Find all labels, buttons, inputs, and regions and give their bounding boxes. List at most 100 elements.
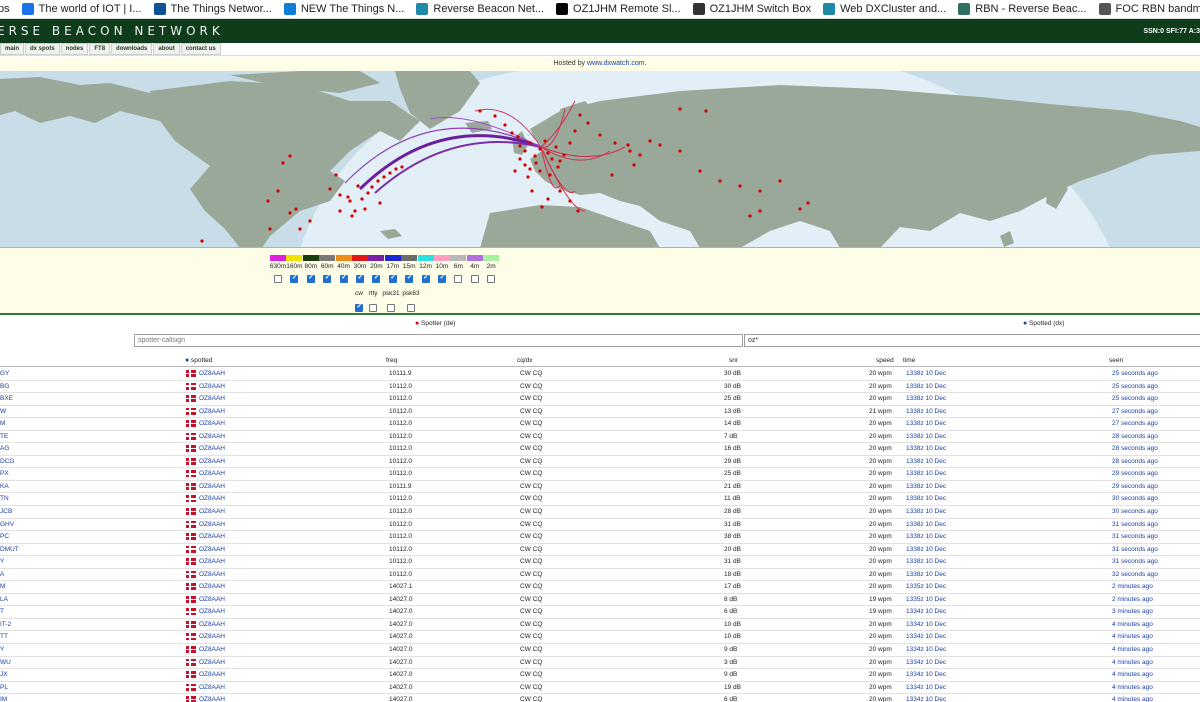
col-seen[interactable]: seen [1109, 357, 1123, 364]
spotter-callsign[interactable]: IM [0, 696, 7, 702]
spotter-callsign[interactable]: Y [0, 558, 4, 565]
dxwatch-link[interactable]: www.dxwatch.com [587, 60, 645, 67]
spotted-callsign[interactable]: OZ8AAH [199, 671, 225, 678]
band-checkbox[interactable] [306, 273, 315, 283]
nav-item-nodes[interactable]: nodes [60, 43, 89, 55]
bookmark-item[interactable]: Reverse Beacon Net... [416, 3, 544, 15]
band-checkbox[interactable] [388, 273, 397, 283]
spotted-callsign[interactable]: OZ8AAH [199, 596, 225, 603]
bookmark-item[interactable]: ps [0, 3, 10, 15]
table-row[interactable]: IT-2 OZ8AAH 14027.0 CW CQ 10 dB 20 wpm 1334z 1… [0, 619, 1200, 632]
spotter-callsign[interactable]: JCB [0, 508, 12, 515]
band-checkbox[interactable] [274, 275, 282, 283]
spotter-callsign[interactable]: TN [0, 495, 9, 502]
world-map[interactable] [0, 71, 1200, 248]
spotted-callsign[interactable]: OZ8AAH [199, 696, 225, 702]
table-row[interactable]: BG OZ8AAH 10112.0 CW CQ 30 dB 20 wpm 1338z 10 … [0, 381, 1200, 394]
bookmark-item[interactable]: NEW The Things N... [283, 3, 404, 15]
spotter-callsign[interactable]: T [0, 608, 4, 615]
spotter-callsign[interactable]: GY [0, 370, 9, 377]
spotted-callsign-input[interactable] [744, 334, 1200, 347]
spotter-callsign[interactable]: M [0, 420, 5, 427]
table-row[interactable]: T OZ8AAH 14027.0 CW CQ 6 dB 19 wpm 1334z 10 De… [0, 606, 1200, 619]
nav-item-ft8[interactable]: FT8 [89, 43, 111, 55]
table-row[interactable]: TN OZ8AAH 10112.0 CW CQ 11 dB 20 wpm 1338z 10 … [0, 493, 1200, 507]
spotter-callsign-input[interactable] [134, 334, 743, 347]
table-row[interactable]: KA OZ8AAH 10111.9 CW CQ 21 dB 20 wpm 1338z 10 … [0, 481, 1200, 494]
table-row[interactable]: DMUT OZ8AAH 10112.0 CW CQ 20 dB 20 wpm 1338z 1… [0, 544, 1200, 557]
bookmark-item[interactable]: OZ1JHM Remote Sl... [556, 3, 681, 15]
nav-item-contact-us[interactable]: contact us [180, 43, 221, 55]
spotter-callsign[interactable]: BXE [0, 395, 13, 402]
spotted-callsign[interactable]: OZ8AAH [199, 659, 225, 666]
table-row[interactable]: LA OZ8AAH 14027.0 CW CQ 8 dB 19 wpm 1335z 10 D… [0, 594, 1200, 607]
spotted-callsign[interactable]: OZ8AAH [199, 395, 225, 402]
table-row[interactable]: WU OZ8AAH 14027.0 CW CQ 3 dB 20 wpm 1334z 10 D… [0, 657, 1200, 670]
table-row[interactable]: A OZ8AAH 10112.0 CW CQ 18 dB 20 wpm 1338z 10 D… [0, 569, 1200, 582]
band-checkbox[interactable] [487, 275, 496, 283]
band-checkbox[interactable] [339, 273, 348, 283]
band-checkbox[interactable] [323, 273, 332, 283]
spotted-callsign[interactable]: OZ8AAH [199, 495, 225, 502]
spotted-callsign[interactable]: OZ8AAH [199, 571, 225, 578]
mode-checkbox[interactable] [355, 302, 363, 312]
table-row[interactable]: JX OZ8AAH 14027.0 CW CQ 9 dB 20 wpm 1334z 10 D… [0, 669, 1200, 682]
spotted-callsign[interactable]: OZ8AAH [199, 433, 225, 440]
table-row[interactable]: PX OZ8AAH 10112.0 CW CQ 25 dB 20 wpm 1338z 10 … [0, 468, 1200, 481]
spotted-callsign[interactable]: OZ8AAH [199, 470, 225, 477]
spotter-callsign[interactable]: TE [0, 433, 8, 440]
table-row[interactable]: M OZ8AAH 14027.1 CW CQ 17 dB 20 wpm 1335z 10 D… [0, 581, 1200, 594]
spotted-callsign[interactable]: OZ8AAH [199, 521, 225, 528]
spotter-callsign[interactable]: PL [0, 684, 8, 691]
band-checkbox[interactable] [405, 273, 414, 283]
table-row[interactable]: GY OZ8AAH 10111.9 CW CQ 30 dB 20 wpm 1338z 10 … [0, 368, 1200, 381]
col-snr[interactable]: snr [729, 357, 738, 364]
spotted-callsign[interactable]: OZ8AAH [199, 546, 225, 553]
spotted-callsign[interactable]: OZ8AAH [199, 445, 225, 452]
spotter-callsign[interactable]: DMUT [0, 546, 19, 553]
nav-item-about[interactable]: about [153, 43, 180, 55]
spotter-callsign[interactable]: LA [0, 596, 8, 603]
spotted-callsign[interactable]: OZ8AAH [199, 633, 225, 640]
band-checkbox[interactable] [421, 273, 430, 283]
bookmark-item[interactable]: Web DXCluster and... [823, 3, 946, 15]
spotter-callsign[interactable]: DCG [0, 458, 14, 465]
table-row[interactable]: AG OZ8AAH 10112.0 CW CQ 16 dB 20 wpm 1338z 10 … [0, 443, 1200, 456]
spotted-callsign[interactable]: OZ8AAH [199, 508, 225, 515]
table-row[interactable]: M OZ8AAH 10112.0 CW CQ 14 dB 20 wpm 1338z 10 D… [0, 418, 1200, 431]
spotter-callsign[interactable]: PC [0, 533, 9, 540]
spotter-callsign[interactable]: A [0, 571, 4, 578]
nav-item-downloads[interactable]: downloads [111, 43, 153, 55]
spotter-callsign[interactable]: WU [0, 659, 11, 666]
spotted-callsign[interactable]: OZ8AAH [199, 583, 225, 590]
band-checkbox[interactable] [372, 273, 381, 283]
table-row[interactable]: GHV OZ8AAH 10112.0 CW CQ 31 dB 20 wpm 1338z 10… [0, 519, 1200, 532]
spotter-callsign[interactable]: JX [0, 671, 8, 678]
nav-item-main[interactable]: main [0, 43, 25, 55]
bookmark-item[interactable]: The Things Networ... [153, 3, 272, 15]
spotted-callsign[interactable]: OZ8AAH [199, 533, 225, 540]
col-time[interactable]: time [903, 357, 915, 364]
bookmark-item[interactable]: The world of IOT | I... [21, 3, 142, 15]
table-row[interactable]: BXE OZ8AAH 10112.0 CW CQ 25 dB 20 wpm 1338z 10… [0, 393, 1200, 406]
spotter-callsign[interactable]: BG [0, 383, 9, 390]
mode-checkbox[interactable] [369, 304, 377, 312]
spotted-callsign[interactable]: OZ8AAH [199, 646, 225, 653]
spotted-callsign[interactable]: OZ8AAH [199, 621, 225, 628]
spotted-callsign[interactable]: OZ8AAH [199, 458, 225, 465]
table-row[interactable]: PC OZ8AAH 10112.0 CW CQ 38 dB 20 wpm 1338z 10 … [0, 531, 1200, 544]
table-row[interactable]: IM OZ8AAH 14027.0 CW CQ 6 dB 20 wpm 1334z 10 D… [0, 694, 1200, 702]
spotted-callsign[interactable]: OZ8AAH [199, 684, 225, 691]
mode-checkbox[interactable] [387, 304, 395, 312]
spotted-callsign[interactable]: OZ8AAH [199, 420, 225, 427]
spotted-callsign[interactable]: OZ8AAH [199, 383, 225, 390]
spotted-callsign[interactable]: OZ8AAH [199, 558, 225, 565]
col-cqdx[interactable]: cq/dx [517, 357, 533, 364]
spotted-callsign[interactable]: OZ8AAH [199, 483, 225, 490]
spotted-callsign[interactable]: OZ8AAH [199, 608, 225, 615]
table-row[interactable]: Y OZ8AAH 10112.0 CW CQ 31 dB 20 wpm 1338z 10 D… [0, 556, 1200, 569]
spotter-callsign[interactable]: TT [0, 633, 8, 640]
spotter-callsign[interactable]: KA [0, 483, 9, 490]
spotter-callsign[interactable]: Y [0, 646, 4, 653]
spotter-callsign[interactable]: GHV [0, 521, 14, 528]
